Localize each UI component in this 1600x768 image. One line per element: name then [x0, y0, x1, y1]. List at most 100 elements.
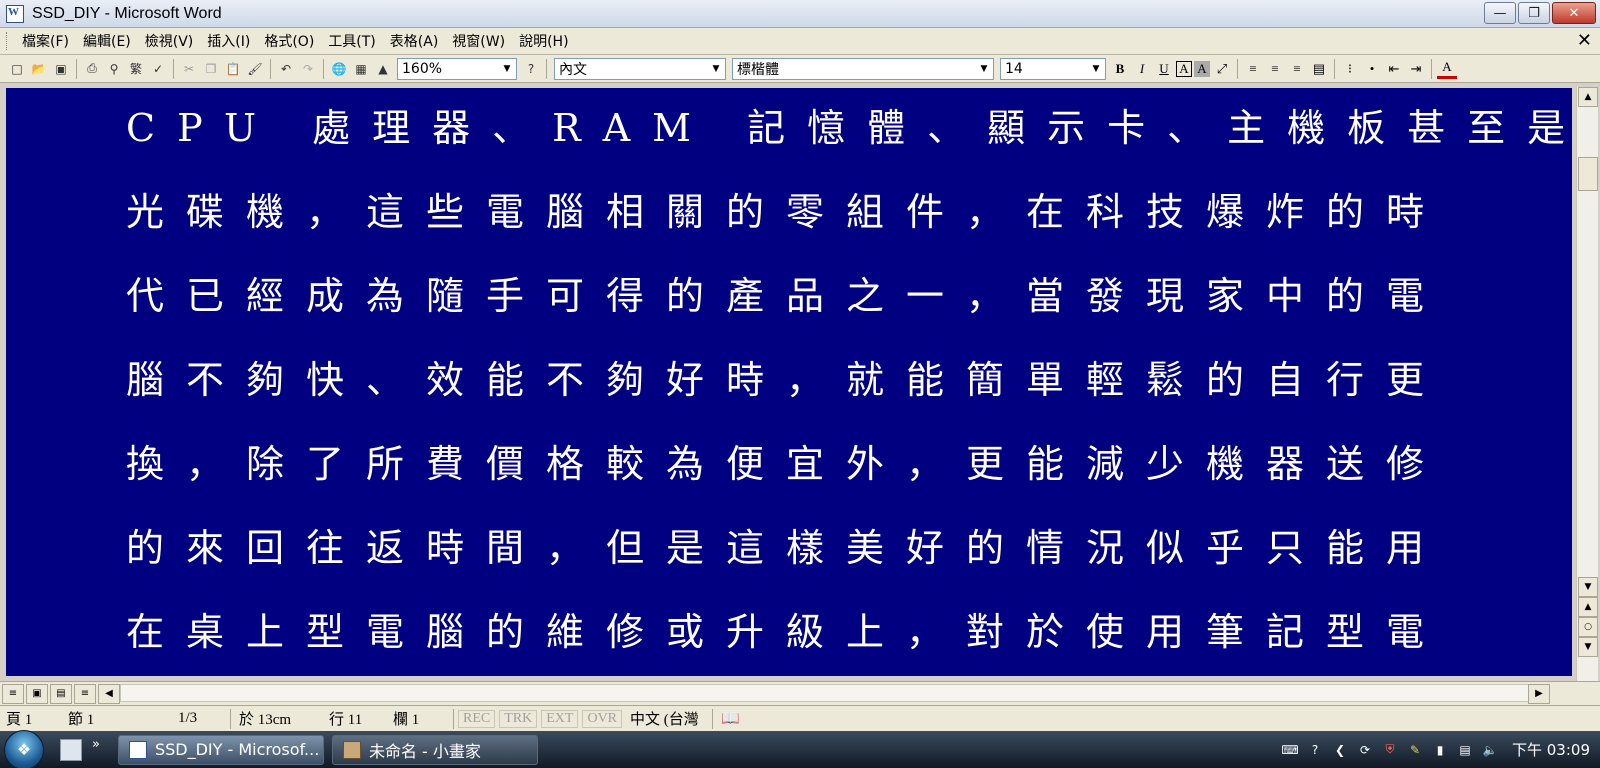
numbering-icon[interactable]: ⁝ — [1340, 59, 1360, 79]
menu-grip[interactable] — [6, 32, 9, 50]
minimize-button[interactable]: — — [1484, 2, 1516, 24]
pencil-tray-icon[interactable]: ✎ — [1406, 741, 1424, 759]
task-paint[interactable]: 未命名 - 小畫家 — [331, 734, 538, 765]
chevron-down-icon[interactable]: ▼ — [1089, 62, 1103, 76]
normal-view-icon[interactable]: ≡ — [2, 683, 24, 704]
decrease-indent-icon[interactable]: ⇤ — [1384, 59, 1404, 79]
help-tray-icon[interactable]: ? — [1306, 741, 1324, 759]
chevron-down-icon[interactable]: ▼ — [500, 62, 514, 76]
copy-icon[interactable]: ❐ — [202, 60, 220, 78]
security-shield-icon[interactable]: ⛨ — [1381, 741, 1399, 759]
document-line: 換，除了所費價格較為便宜外，更能減少機器送修 — [126, 442, 1447, 486]
justify-icon[interactable]: ▤ — [1309, 59, 1329, 79]
font-color-icon[interactable]: A — [1437, 59, 1457, 79]
status-separator — [453, 708, 454, 729]
menu-help[interactable]: 說明(H) — [512, 29, 575, 53]
spelling-status-icon[interactable]: 📖 — [715, 709, 811, 728]
print-icon[interactable]: ⎙ — [83, 60, 101, 78]
redo-icon[interactable]: ↷ — [299, 60, 317, 78]
menu-window[interactable]: 視窗(W) — [445, 29, 512, 53]
horizontal-scroll-strip: ≡ ▣ ▤ ≡ ◀ ▶ — [0, 681, 1600, 705]
undo-icon[interactable]: ↶ — [277, 60, 295, 78]
status-rec[interactable]: REC — [458, 709, 496, 728]
task-word[interactable]: SSD_DIY - Microsof... — [117, 734, 324, 765]
web-view-icon[interactable]: ▣ — [26, 683, 48, 704]
document-close-icon[interactable]: ✕ — [1577, 30, 1592, 51]
char-scale-icon[interactable]: ⤢ — [1212, 59, 1232, 79]
clock[interactable]: 下午 03:09 — [1512, 739, 1590, 760]
cut-icon[interactable]: ✂ — [180, 60, 198, 78]
chevron-down-icon[interactable]: ▼ — [709, 62, 723, 76]
outline-view-icon[interactable]: ≡ — [74, 683, 96, 704]
status-ext[interactable]: EXT — [541, 709, 579, 728]
font-size-select[interactable]: 14 ▼ — [1000, 57, 1106, 80]
underline-icon[interactable]: U — [1154, 59, 1174, 79]
trad-simplified-button[interactable]: 繁 — [127, 60, 145, 78]
status-language[interactable]: 中文 (台灣 — [624, 708, 710, 729]
horizontal-scrollbar-track[interactable] — [120, 684, 1550, 702]
font-select[interactable]: 標楷體 ▼ — [732, 57, 994, 80]
hyperlink-icon[interactable]: 🌐 — [330, 60, 348, 78]
scroll-up-icon[interactable]: ▲ — [1578, 87, 1598, 107]
spelling-icon[interactable]: ✓ — [149, 60, 167, 78]
italic-icon[interactable]: I — [1132, 59, 1152, 79]
align-right-icon[interactable]: ≡ — [1287, 59, 1307, 79]
taskbar: ❖ » SSD_DIY - Microsof... 未命名 - 小畫家 ⌨ ? … — [0, 729, 1600, 768]
increase-indent-icon[interactable]: ⇥ — [1406, 59, 1426, 79]
status-pages: 1/3 — [178, 710, 198, 726]
vertical-scrollbar[interactable]: ▲ ▼ ▲ ○ ▼ — [1576, 87, 1598, 681]
scroll-left-icon[interactable]: ◀ — [98, 683, 120, 704]
align-left-icon[interactable]: ≡ — [1243, 59, 1263, 79]
char-border-icon[interactable]: A — [1176, 60, 1192, 77]
battery-icon[interactable]: ▮ — [1431, 741, 1449, 759]
keyboard-icon[interactable]: ⌨ — [1281, 741, 1299, 759]
menu-table[interactable]: 表格(A) — [383, 29, 446, 53]
align-center-icon[interactable]: ≡ — [1265, 59, 1285, 79]
zoom-select[interactable]: 160% ▼ — [397, 57, 517, 80]
status-ovr[interactable]: OVR — [582, 709, 623, 728]
bullets-icon[interactable]: • — [1362, 59, 1382, 79]
show-desktop-icon[interactable] — [60, 738, 82, 761]
menu-tools[interactable]: 工具(T) — [321, 29, 382, 53]
scroll-right-icon[interactable]: ▶ — [1528, 683, 1550, 704]
style-select[interactable]: 內文 ▼ — [554, 57, 726, 80]
new-document-icon[interactable]: □ — [8, 60, 26, 78]
drawing-icon[interactable]: ▲ — [374, 60, 392, 78]
document-line: 的來回往返時間，但是這樣美好的情況似乎只能用 — [126, 526, 1447, 570]
word-app-icon[interactable] — [6, 4, 24, 23]
start-button[interactable]: ❖ — [4, 729, 44, 768]
network-icon[interactable]: ▤ — [1456, 741, 1474, 759]
document-page[interactable]: CPU 處理器、RAM 記憶體、顯示卡、主機板甚至是 光碟機，這些電腦相關的零組… — [6, 88, 1572, 676]
title-bar: SSD_DIY - Microsoft Word — ❐ ✕ — [0, 0, 1600, 28]
sync-icon[interactable]: ⟳ — [1356, 741, 1374, 759]
print-layout-icon[interactable]: ▤ — [50, 683, 72, 704]
previous-page-icon[interactable]: ▲ — [1578, 597, 1598, 617]
menu-view[interactable]: 檢視(V) — [138, 29, 201, 53]
table-icon[interactable]: ▦ — [352, 60, 370, 78]
print-preview-icon[interactable]: ⚲ — [105, 60, 123, 78]
menu-format[interactable]: 格式(O) — [257, 29, 321, 53]
menu-insert[interactable]: 插入(I) — [200, 29, 257, 53]
char-shading-icon[interactable]: A — [1194, 60, 1210, 77]
restore-button[interactable]: ❐ — [1518, 2, 1550, 24]
help-icon[interactable]: ? — [522, 60, 540, 78]
close-button[interactable]: ✕ — [1552, 2, 1596, 24]
save-icon[interactable]: ▣ — [52, 60, 70, 78]
volume-icon[interactable]: 🔈 — [1481, 741, 1499, 759]
browse-object-icon[interactable]: ○ — [1578, 617, 1598, 637]
chevron-down-icon[interactable]: ▼ — [977, 62, 991, 76]
next-page-icon[interactable]: ▼ — [1578, 637, 1598, 657]
paint-task-icon — [342, 740, 361, 759]
bold-icon[interactable]: B — [1110, 59, 1130, 79]
scroll-down-icon[interactable]: ▼ — [1578, 577, 1598, 597]
window-title: SSD_DIY - Microsoft Word — [32, 4, 222, 22]
menu-file[interactable]: 檔案(F) — [15, 29, 76, 53]
open-folder-icon[interactable]: 📂 — [30, 60, 48, 78]
format-painter-icon[interactable]: 🖌 — [246, 60, 264, 78]
paste-icon[interactable]: 📋 — [224, 60, 242, 78]
scrollbar-thumb[interactable] — [1578, 157, 1598, 191]
tray-expand-icon[interactable]: ❮ — [1331, 741, 1349, 759]
status-trk[interactable]: TRK — [499, 709, 538, 728]
menu-edit[interactable]: 編輯(E) — [76, 29, 138, 53]
quick-launch-more-icon[interactable]: » — [92, 737, 100, 752]
